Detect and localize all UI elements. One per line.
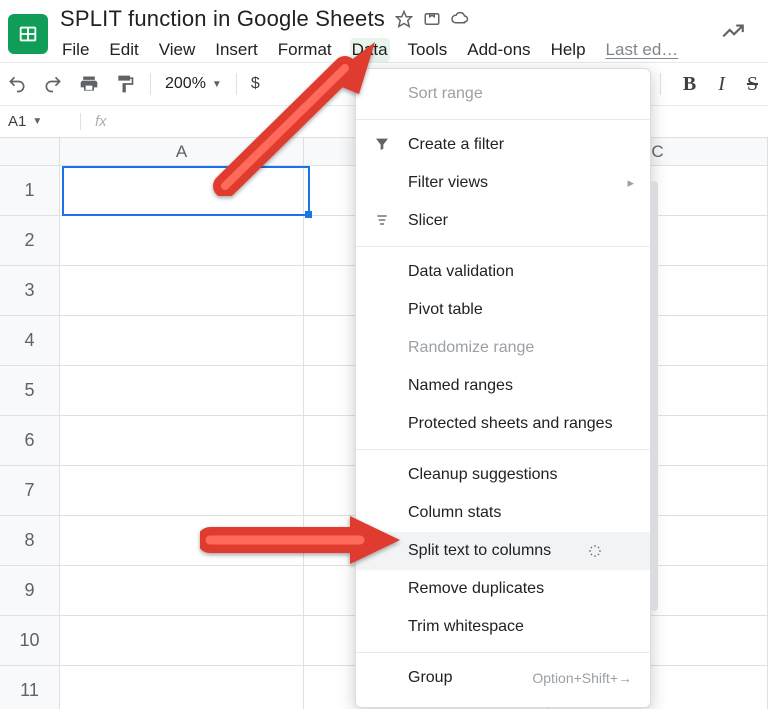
menu-edit[interactable]: Edit (107, 38, 140, 62)
row-header[interactable]: 7 (0, 466, 60, 516)
toolbar-separator (660, 73, 661, 95)
menu-item-label: Group (408, 669, 452, 687)
menu-item-remove-duplicates[interactable]: Remove duplicates (356, 570, 650, 608)
name-box-value: A1 (8, 113, 26, 130)
text-format-group: B I S (660, 63, 758, 105)
cell[interactable] (60, 366, 304, 416)
cell[interactable] (60, 316, 304, 366)
menu-item-group[interactable]: Group Option+Shift+→ (356, 659, 650, 697)
row-header[interactable]: 2 (0, 216, 60, 266)
scrollbar-thumb[interactable] (650, 181, 658, 611)
menu-item-label: Pivot table (408, 301, 483, 319)
menu-item-label: Filter views (408, 174, 488, 192)
menu-item-trim-whitespace[interactable]: Trim whitespace (356, 608, 650, 646)
bold-button[interactable]: B (683, 73, 696, 96)
slicer-icon (374, 212, 392, 230)
mouse-cursor-icon (588, 544, 602, 558)
row-header[interactable]: 11 (0, 666, 60, 709)
menu-shortcut: Option+Shift+→ (516, 670, 632, 686)
menu-item-label: Randomize range (408, 339, 534, 357)
redo-icon[interactable] (42, 73, 64, 95)
menu-item-label: Remove duplicates (408, 580, 544, 598)
submenu-arrow-icon: ▸ (627, 175, 634, 191)
cloud-icon[interactable] (451, 10, 469, 28)
row-header[interactable]: 3 (0, 266, 60, 316)
menu-separator (356, 119, 650, 120)
paint-format-icon[interactable] (114, 73, 136, 95)
menu-item-create-filter[interactable]: Create a filter (356, 126, 650, 164)
cell[interactable] (60, 666, 304, 709)
annotation-arrow-top (205, 36, 385, 196)
menu-item-column-stats[interactable]: Column stats (356, 494, 650, 532)
menu-item-cleanup-suggestions[interactable]: Cleanup suggestions (356, 456, 650, 494)
menu-item-sort-range[interactable]: Sort range (356, 75, 650, 113)
row-header[interactable]: 10 (0, 616, 60, 666)
cell[interactable] (60, 466, 304, 516)
menu-separator (356, 246, 650, 247)
menu-item-label: Cleanup suggestions (408, 466, 557, 484)
undo-icon[interactable] (6, 73, 28, 95)
menu-file[interactable]: File (60, 38, 91, 62)
row-header[interactable]: 4 (0, 316, 60, 366)
menu-addons[interactable]: Add-ons (465, 38, 532, 62)
activity-icon[interactable] (720, 18, 746, 49)
menu-item-randomize-range[interactable]: Randomize range (356, 329, 650, 367)
menu-last-edit[interactable]: Last ed… (604, 38, 681, 62)
annotation-arrow-bottom (200, 510, 400, 570)
document-title[interactable]: SPLIT function in Google Sheets (60, 6, 385, 32)
chevron-down-icon: ▼ (32, 116, 42, 127)
menu-item-pivot-table[interactable]: Pivot table (356, 291, 650, 329)
star-icon[interactable] (395, 10, 413, 28)
menu-item-label: Slicer (408, 212, 448, 230)
cell[interactable] (60, 266, 304, 316)
row-header[interactable]: 6 (0, 416, 60, 466)
menu-view[interactable]: View (157, 38, 198, 62)
menu-separator (356, 449, 650, 450)
menu-separator (356, 652, 650, 653)
menu-item-label: Split text to columns (408, 542, 551, 560)
menu-bar: File Edit View Insert Format Data Tools … (60, 32, 760, 62)
menu-help[interactable]: Help (549, 38, 588, 62)
menu-item-slicer[interactable]: Slicer (356, 202, 650, 240)
menu-item-data-validation[interactable]: Data validation (356, 253, 650, 291)
cell[interactable] (60, 616, 304, 666)
row-header[interactable]: 8 (0, 516, 60, 566)
cell[interactable] (60, 566, 304, 616)
row-header[interactable]: 5 (0, 366, 60, 416)
zoom-value: 200% (165, 75, 206, 93)
fx-label: fx (80, 113, 121, 130)
data-menu-dropdown: Sort range Create a filter Filter views … (355, 68, 651, 708)
menu-item-label: Create a filter (408, 136, 504, 154)
menu-item-split-text-to-columns[interactable]: Split text to columns (356, 532, 650, 570)
cell[interactable] (60, 216, 304, 266)
menu-item-label: Column stats (408, 504, 501, 522)
cell[interactable] (60, 416, 304, 466)
menu-item-label: Data validation (408, 263, 514, 281)
menu-item-label: Named ranges (408, 377, 513, 395)
move-icon[interactable] (423, 10, 441, 28)
toolbar-separator (150, 73, 151, 95)
menu-item-named-ranges[interactable]: Named ranges (356, 367, 650, 405)
menu-item-label: Trim whitespace (408, 618, 524, 636)
menu-item-protected-sheets[interactable]: Protected sheets and ranges (356, 405, 650, 443)
menu-item-filter-views[interactable]: Filter views ▸ (356, 164, 650, 202)
name-box[interactable]: A1 ▼ (0, 113, 80, 130)
strikethrough-button[interactable]: S (747, 73, 758, 96)
print-icon[interactable] (78, 73, 100, 95)
row-header[interactable]: 9 (0, 566, 60, 616)
row-header[interactable]: 1 (0, 166, 60, 216)
select-all-corner[interactable] (0, 138, 60, 166)
menu-item-label: Protected sheets and ranges (408, 415, 613, 433)
menu-item-label: Sort range (408, 85, 483, 103)
italic-button[interactable]: I (718, 73, 725, 96)
dropdown-scrollbar[interactable] (650, 181, 658, 701)
menu-tools[interactable]: Tools (406, 38, 450, 62)
sheets-logo[interactable] (8, 14, 48, 54)
